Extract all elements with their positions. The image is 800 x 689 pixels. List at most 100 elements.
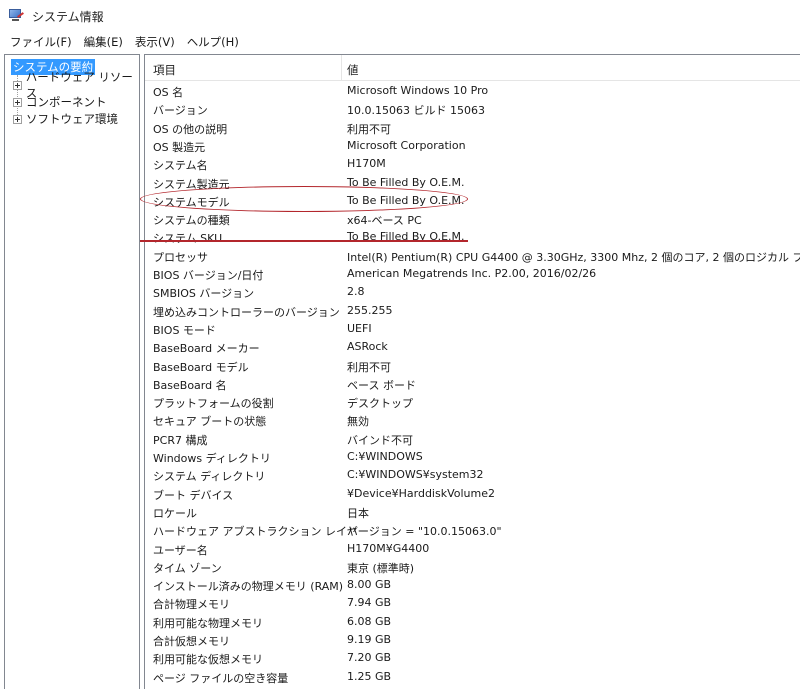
row-value: 日本 [347, 506, 369, 520]
row-value: 7.20 GB [347, 651, 392, 665]
row-value: バインド不可 [347, 433, 413, 447]
table-row[interactable]: システムモデル To Be Filled By O.E.M. [145, 191, 800, 209]
title-bar: システム情報 [0, 0, 800, 32]
row-value: To Be Filled By O.E.M. [347, 193, 465, 207]
table-row[interactable]: ユーザー名 H170M¥G4400 [145, 539, 800, 557]
table-row[interactable]: プロセッサ Intel(R) Pentium(R) CPU G4400 @ 3.3… [145, 246, 800, 264]
row-value: 利用不可 [347, 360, 391, 374]
row-value: 8.00 GB [347, 578, 392, 592]
table-row[interactable]: バージョン 10.0.15063 ビルド 15063 [145, 99, 800, 117]
table-row[interactable]: インストール済みの物理メモリ (RAM) 8.00 GB [145, 575, 800, 593]
row-item: 利用可能な物理メモリ [153, 616, 263, 630]
row-item: BaseBoard 名 [153, 378, 227, 392]
menu-bar: ファイル(F) 編集(E) 表示(V) ヘルプ(H) [0, 32, 800, 52]
table-row[interactable]: ロケール 日本 [145, 502, 800, 520]
expand-icon[interactable] [13, 97, 22, 107]
table-row[interactable]: Windows ディレクトリ C:¥WINDOWS [145, 447, 800, 465]
table-row[interactable]: ハードウェア アブストラクション レイヤー バージョン = "10.0.15063… [145, 520, 800, 538]
table-row[interactable]: セキュア ブートの状態 無効 [145, 410, 800, 428]
row-item: システム SKU [153, 232, 223, 246]
table-row[interactable]: システム SKU To Be Filled By O.E.M. [145, 227, 800, 245]
row-value: C:¥WINDOWS [347, 450, 423, 463]
row-item: プロセッサ [153, 250, 208, 264]
menu-view[interactable]: 表示(V) [129, 34, 181, 50]
tree-item-components[interactable]: コンポーネント [13, 94, 107, 110]
row-value: 6.08 GB [347, 614, 392, 628]
column-header: 項目 値 [145, 55, 800, 81]
row-value: 東京 (標準時) [347, 561, 415, 575]
tree-item-hardware-resources[interactable]: ハードウェア リソース [13, 70, 139, 100]
menu-help[interactable]: ヘルプ(H) [181, 34, 245, 50]
row-value: 10.0.15063 ビルド 15063 [347, 104, 485, 118]
row-value: バージョン = "10.0.15063.0" [347, 525, 502, 539]
table-row[interactable]: ページ ファイルの空き容量 1.25 GB [145, 667, 800, 685]
expand-icon[interactable] [13, 80, 22, 90]
row-item: システムモデル [153, 195, 230, 209]
tree-item-label: コンポーネント [26, 95, 107, 109]
row-item: タイム ゾーン [153, 561, 222, 575]
details-list: 項目 値 OS 名 Microsoft Windows 10 Pro バージョン 10… [144, 54, 800, 689]
table-row[interactable]: BIOS モード UEFI [145, 319, 800, 337]
table-row[interactable]: OS 製造元 Microsoft Corporation [145, 136, 800, 154]
row-item: PCR7 構成 [153, 433, 208, 447]
row-item: BaseBoard メーカー [153, 342, 260, 356]
row-value: デスクトップ [347, 397, 413, 411]
row-value: ベース ボード [347, 378, 416, 392]
tree-item-label: ソフトウェア環境 [26, 112, 118, 126]
table-row[interactable]: ブート デバイス ¥Device¥HarddiskVolume2 [145, 484, 800, 502]
table-row[interactable]: システム製造元 To Be Filled By O.E.M. [145, 173, 800, 191]
table-row[interactable]: システム名 H170M [145, 154, 800, 172]
row-item: ユーザー名 [153, 543, 208, 557]
row-value: Intel(R) Pentium(R) CPU G4400 @ 3.30GHz,… [347, 250, 800, 264]
row-item: SMBIOS バージョン [153, 287, 255, 301]
row-value: C:¥WINDOWS¥system32 [347, 468, 484, 482]
column-header-value[interactable]: 値 [347, 62, 359, 78]
row-value: x64-ベース PC [347, 214, 422, 228]
table-row[interactable]: タイム ゾーン 東京 (標準時) [145, 557, 800, 575]
table-row[interactable]: BaseBoard モデル 利用不可 [145, 356, 800, 374]
row-item: BIOS モード [153, 323, 216, 337]
row-item: セキュア ブートの状態 [153, 415, 267, 429]
row-value: UEFI [347, 321, 372, 335]
row-value: 2.8 [347, 285, 365, 299]
row-value: To Be Filled By O.E.M. [347, 230, 465, 244]
row-value: ASRock [347, 340, 388, 354]
row-value: 7.94 GB [347, 596, 392, 610]
column-header-item[interactable]: 項目 [153, 62, 176, 78]
menu-file[interactable]: ファイル(F) [4, 34, 78, 50]
tree-item-software-environment[interactable]: ソフトウェア環境 [13, 111, 118, 127]
menu-edit[interactable]: 編集(E) [78, 34, 129, 50]
table-row[interactable]: システム ディレクトリ C:¥WINDOWS¥system32 [145, 465, 800, 483]
table-row[interactable]: BaseBoard メーカー ASRock [145, 337, 800, 355]
table-row[interactable]: OS 名 Microsoft Windows 10 Pro [145, 81, 800, 99]
row-item: 合計仮想メモリ [153, 635, 230, 648]
table-row[interactable]: 合計仮想メモリ 9.19 GB [145, 630, 800, 648]
table-row[interactable]: BaseBoard 名 ベース ボード [145, 374, 800, 392]
row-value: 255.255 [347, 303, 393, 317]
table-row[interactable]: 埋め込みコントローラーのバージョン 255.255 [145, 301, 800, 319]
row-item: OS の他の説明 [153, 122, 228, 136]
table-row[interactable]: 合計物理メモリ 7.94 GB [145, 593, 800, 611]
row-item: ブート デバイス [153, 488, 234, 502]
table-row[interactable]: プラットフォームの役割 デスクトップ [145, 392, 800, 410]
row-value: H170M¥G4400 [347, 541, 430, 555]
row-item: インストール済みの物理メモリ (RAM) [153, 580, 344, 594]
row-value: 無効 [347, 415, 369, 429]
table-row[interactable]: OS の他の説明 利用不可 [145, 118, 800, 136]
row-value: ¥Device¥HarddiskVolume2 [347, 486, 495, 500]
row-item: プラットフォームの役割 [153, 397, 274, 411]
row-item: ハードウェア アブストラクション レイヤー [153, 525, 369, 539]
row-item: システム名 [153, 159, 208, 173]
table-row[interactable]: BIOS バージョン/日付 American Megatrends Inc. P2… [145, 264, 800, 282]
table-row[interactable]: 利用可能な物理メモリ 6.08 GB [145, 612, 800, 630]
row-value: 利用不可 [347, 122, 391, 136]
expand-icon[interactable] [13, 114, 22, 124]
table-row[interactable]: 利用可能な仮想メモリ 7.20 GB [145, 648, 800, 666]
row-item: 埋め込みコントローラーのバージョン [153, 305, 340, 319]
column-divider[interactable] [341, 55, 342, 81]
row-value: H170M [347, 157, 386, 171]
table-row[interactable]: PCR7 構成 バインド不可 [145, 429, 800, 447]
table-row[interactable]: システムの種類 x64-ベース PC [145, 209, 800, 227]
window-title: システム情報 [32, 9, 104, 24]
table-row[interactable]: SMBIOS バージョン 2.8 [145, 282, 800, 300]
